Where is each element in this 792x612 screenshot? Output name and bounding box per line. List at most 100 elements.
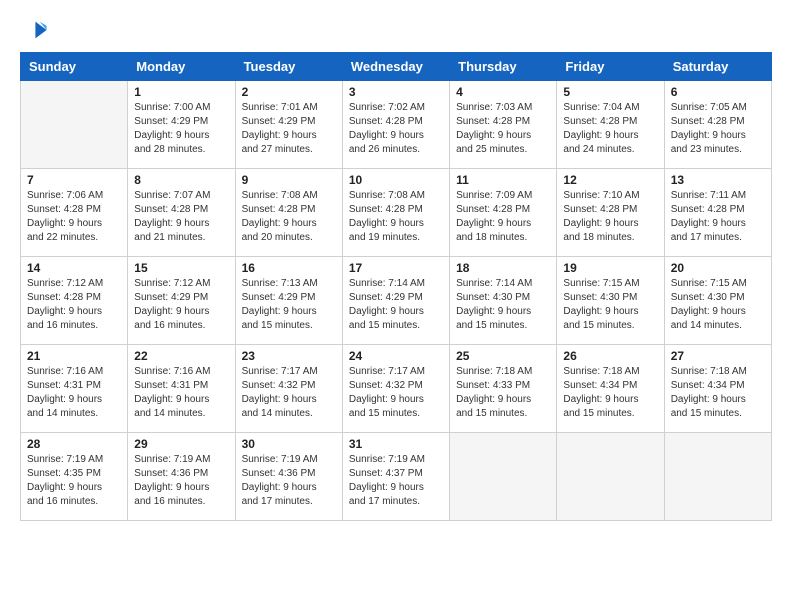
sunset-label: Sunset:	[456, 116, 490, 127]
day-header-thursday: Thursday	[450, 53, 557, 81]
sunset-label: Sunset:	[456, 380, 490, 391]
daylight-label: Daylight:	[134, 306, 173, 317]
sunrise-label: Sunrise:	[242, 454, 279, 465]
sunrise-label: Sunrise:	[563, 190, 600, 201]
day-info: Sunrise: 7:18 AMSunset: 4:34 PMDaylight:…	[563, 365, 657, 421]
day-number: 14	[27, 261, 121, 275]
day-number: 6	[671, 85, 765, 99]
daylight-label: Daylight:	[349, 130, 388, 141]
day-info: Sunrise: 7:16 AMSunset: 4:31 PMDaylight:…	[134, 365, 228, 421]
sunset-label: Sunset:	[134, 380, 168, 391]
calendar-cell: 26 Sunrise: 7:18 AMSunset: 4:34 PMDayligh…	[557, 345, 664, 433]
day-number: 19	[563, 261, 657, 275]
daylight-label: Daylight:	[27, 306, 66, 317]
day-header-sunday: Sunday	[21, 53, 128, 81]
calendar-cell: 25Sunrise: 7:18 AMSunset: 4:33 PMDayligh…	[450, 345, 557, 433]
calendar-cell: 9Sunrise: 7:08 AMSunset: 4:28 PMDaylight…	[235, 169, 342, 257]
day-number: 10	[349, 173, 443, 187]
sunset-label: Sunset:	[27, 468, 61, 479]
calendar-cell	[664, 433, 771, 521]
day-info: Sunrise: 7:12 AMSunset: 4:29 PMDaylight:…	[134, 277, 228, 333]
calendar-cell: 24 Sunrise: 7:17 AMSunset: 4:32 PMDayligh…	[342, 345, 449, 433]
daylight-label: Daylight:	[134, 394, 173, 405]
sunset-label: Sunset:	[242, 116, 276, 127]
calendar-cell: 31Sunrise: 7:19 AMSunset: 4:37 PMDayligh…	[342, 433, 449, 521]
calendar-cell: 7Sunrise: 7:06 AMSunset: 4:28 PMDaylight…	[21, 169, 128, 257]
calendar-cell: 20Sunrise: 7:15 AMSunset: 4:30 PMDayligh…	[664, 257, 771, 345]
sunrise-label: Sunrise:	[671, 190, 708, 201]
day-info: Sunrise: 7:19 AMSunset: 4:36 PMDaylight:…	[242, 453, 336, 509]
sunset-label: Sunset:	[27, 204, 61, 215]
daylight-label: Daylight:	[349, 306, 388, 317]
sunset-label: Sunset:	[134, 292, 168, 303]
daylight-label: Daylight:	[134, 218, 173, 229]
day-number: 29	[134, 437, 228, 451]
sunset-label: Sunset:	[27, 292, 61, 303]
sunrise-label: Sunrise:	[134, 366, 171, 377]
calendar-header-row: SundayMondayTuesdayWednesdayThursdayFrid…	[21, 53, 772, 81]
sunset-label: Sunset:	[349, 380, 383, 391]
sunrise-label: Sunrise:	[456, 278, 493, 289]
daylight-label: Daylight:	[242, 482, 281, 493]
sunrise-label: Sunrise:	[671, 102, 708, 113]
calendar-cell: 15 Sunrise: 7:12 AMSunset: 4:29 PMDayligh…	[128, 257, 235, 345]
calendar-cell: 3Sunrise: 7:02 AMSunset: 4:28 PMDaylight…	[342, 81, 449, 169]
day-number: 8	[134, 173, 228, 187]
calendar-cell: 18Sunrise: 7:14 AMSunset: 4:30 PMDayligh…	[450, 257, 557, 345]
calendar-cell: 17Sunrise: 7:14 AMSunset: 4:29 PMDayligh…	[342, 257, 449, 345]
sunset-label: Sunset:	[563, 204, 597, 215]
sunrise-label: Sunrise:	[134, 190, 171, 201]
sunset-label: Sunset:	[671, 292, 705, 303]
day-info: Sunrise: 7:13 AMSunset: 4:29 PMDaylight:…	[242, 277, 336, 333]
daylight-label: Daylight:	[349, 482, 388, 493]
day-info: Sunrise: 7:17 AMSunset: 4:32 PMDaylight:…	[242, 365, 336, 421]
day-header-saturday: Saturday	[664, 53, 771, 81]
daylight-label: Daylight:	[242, 306, 281, 317]
day-info: Sunrise: 7:17 AMSunset: 4:32 PMDaylight:…	[349, 365, 443, 421]
daylight-label: Daylight:	[27, 218, 66, 229]
day-header-friday: Friday	[557, 53, 664, 81]
calendar-cell: 30Sunrise: 7:19 AMSunset: 4:36 PMDayligh…	[235, 433, 342, 521]
day-number: 12	[563, 173, 657, 187]
sunset-label: Sunset:	[563, 292, 597, 303]
calendar-cell: 2Sunrise: 7:01 AMSunset: 4:29 PMDaylight…	[235, 81, 342, 169]
sunrise-label: Sunrise:	[27, 278, 64, 289]
daylight-label: Daylight:	[242, 218, 281, 229]
day-info: Sunrise: 7:15 AMSunset: 4:30 PMDaylight:…	[671, 277, 765, 333]
sunrise-label: Sunrise:	[134, 454, 171, 465]
week-row-4: 21Sunrise: 7:16 AMSunset: 4:31 PMDayligh…	[21, 345, 772, 433]
daylight-label: Daylight:	[671, 218, 710, 229]
day-info: Sunrise: 7:18 AMSunset: 4:34 PMDaylight:…	[671, 365, 765, 421]
calendar-cell: 22Sunrise: 7:16 AMSunset: 4:31 PMDayligh…	[128, 345, 235, 433]
daylight-label: Daylight:	[563, 218, 602, 229]
sunrise-label: Sunrise:	[349, 454, 386, 465]
header	[20, 16, 772, 44]
day-number: 24	[349, 349, 443, 363]
sunset-label: Sunset:	[671, 204, 705, 215]
sunrise-label: Sunrise:	[27, 454, 64, 465]
sunrise-label: Sunrise:	[349, 366, 386, 377]
sunset-label: Sunset:	[27, 380, 61, 391]
day-number: 27	[671, 349, 765, 363]
calendar-cell: 6Sunrise: 7:05 AMSunset: 4:28 PMDaylight…	[664, 81, 771, 169]
daylight-label: Daylight:	[134, 482, 173, 493]
day-number: 7	[27, 173, 121, 187]
calendar-cell	[557, 433, 664, 521]
day-number: 28	[27, 437, 121, 451]
sunrise-label: Sunrise:	[349, 190, 386, 201]
daylight-label: Daylight:	[27, 394, 66, 405]
daylight-label: Daylight:	[134, 130, 173, 141]
sunset-label: Sunset:	[242, 380, 276, 391]
day-info: Sunrise: 7:14 AMSunset: 4:30 PMDaylight:…	[456, 277, 550, 333]
sunset-label: Sunset:	[563, 116, 597, 127]
day-number: 26	[563, 349, 657, 363]
calendar-cell: 21Sunrise: 7:16 AMSunset: 4:31 PMDayligh…	[21, 345, 128, 433]
day-number: 15	[134, 261, 228, 275]
week-row-2: 7Sunrise: 7:06 AMSunset: 4:28 PMDaylight…	[21, 169, 772, 257]
daylight-label: Daylight:	[242, 130, 281, 141]
calendar-cell: 19Sunrise: 7:15 AMSunset: 4:30 PMDayligh…	[557, 257, 664, 345]
daylight-label: Daylight:	[671, 394, 710, 405]
calendar-cell: 8Sunrise: 7:07 AMSunset: 4:28 PMDaylight…	[128, 169, 235, 257]
daylight-label: Daylight:	[242, 394, 281, 405]
sunrise-label: Sunrise:	[563, 278, 600, 289]
